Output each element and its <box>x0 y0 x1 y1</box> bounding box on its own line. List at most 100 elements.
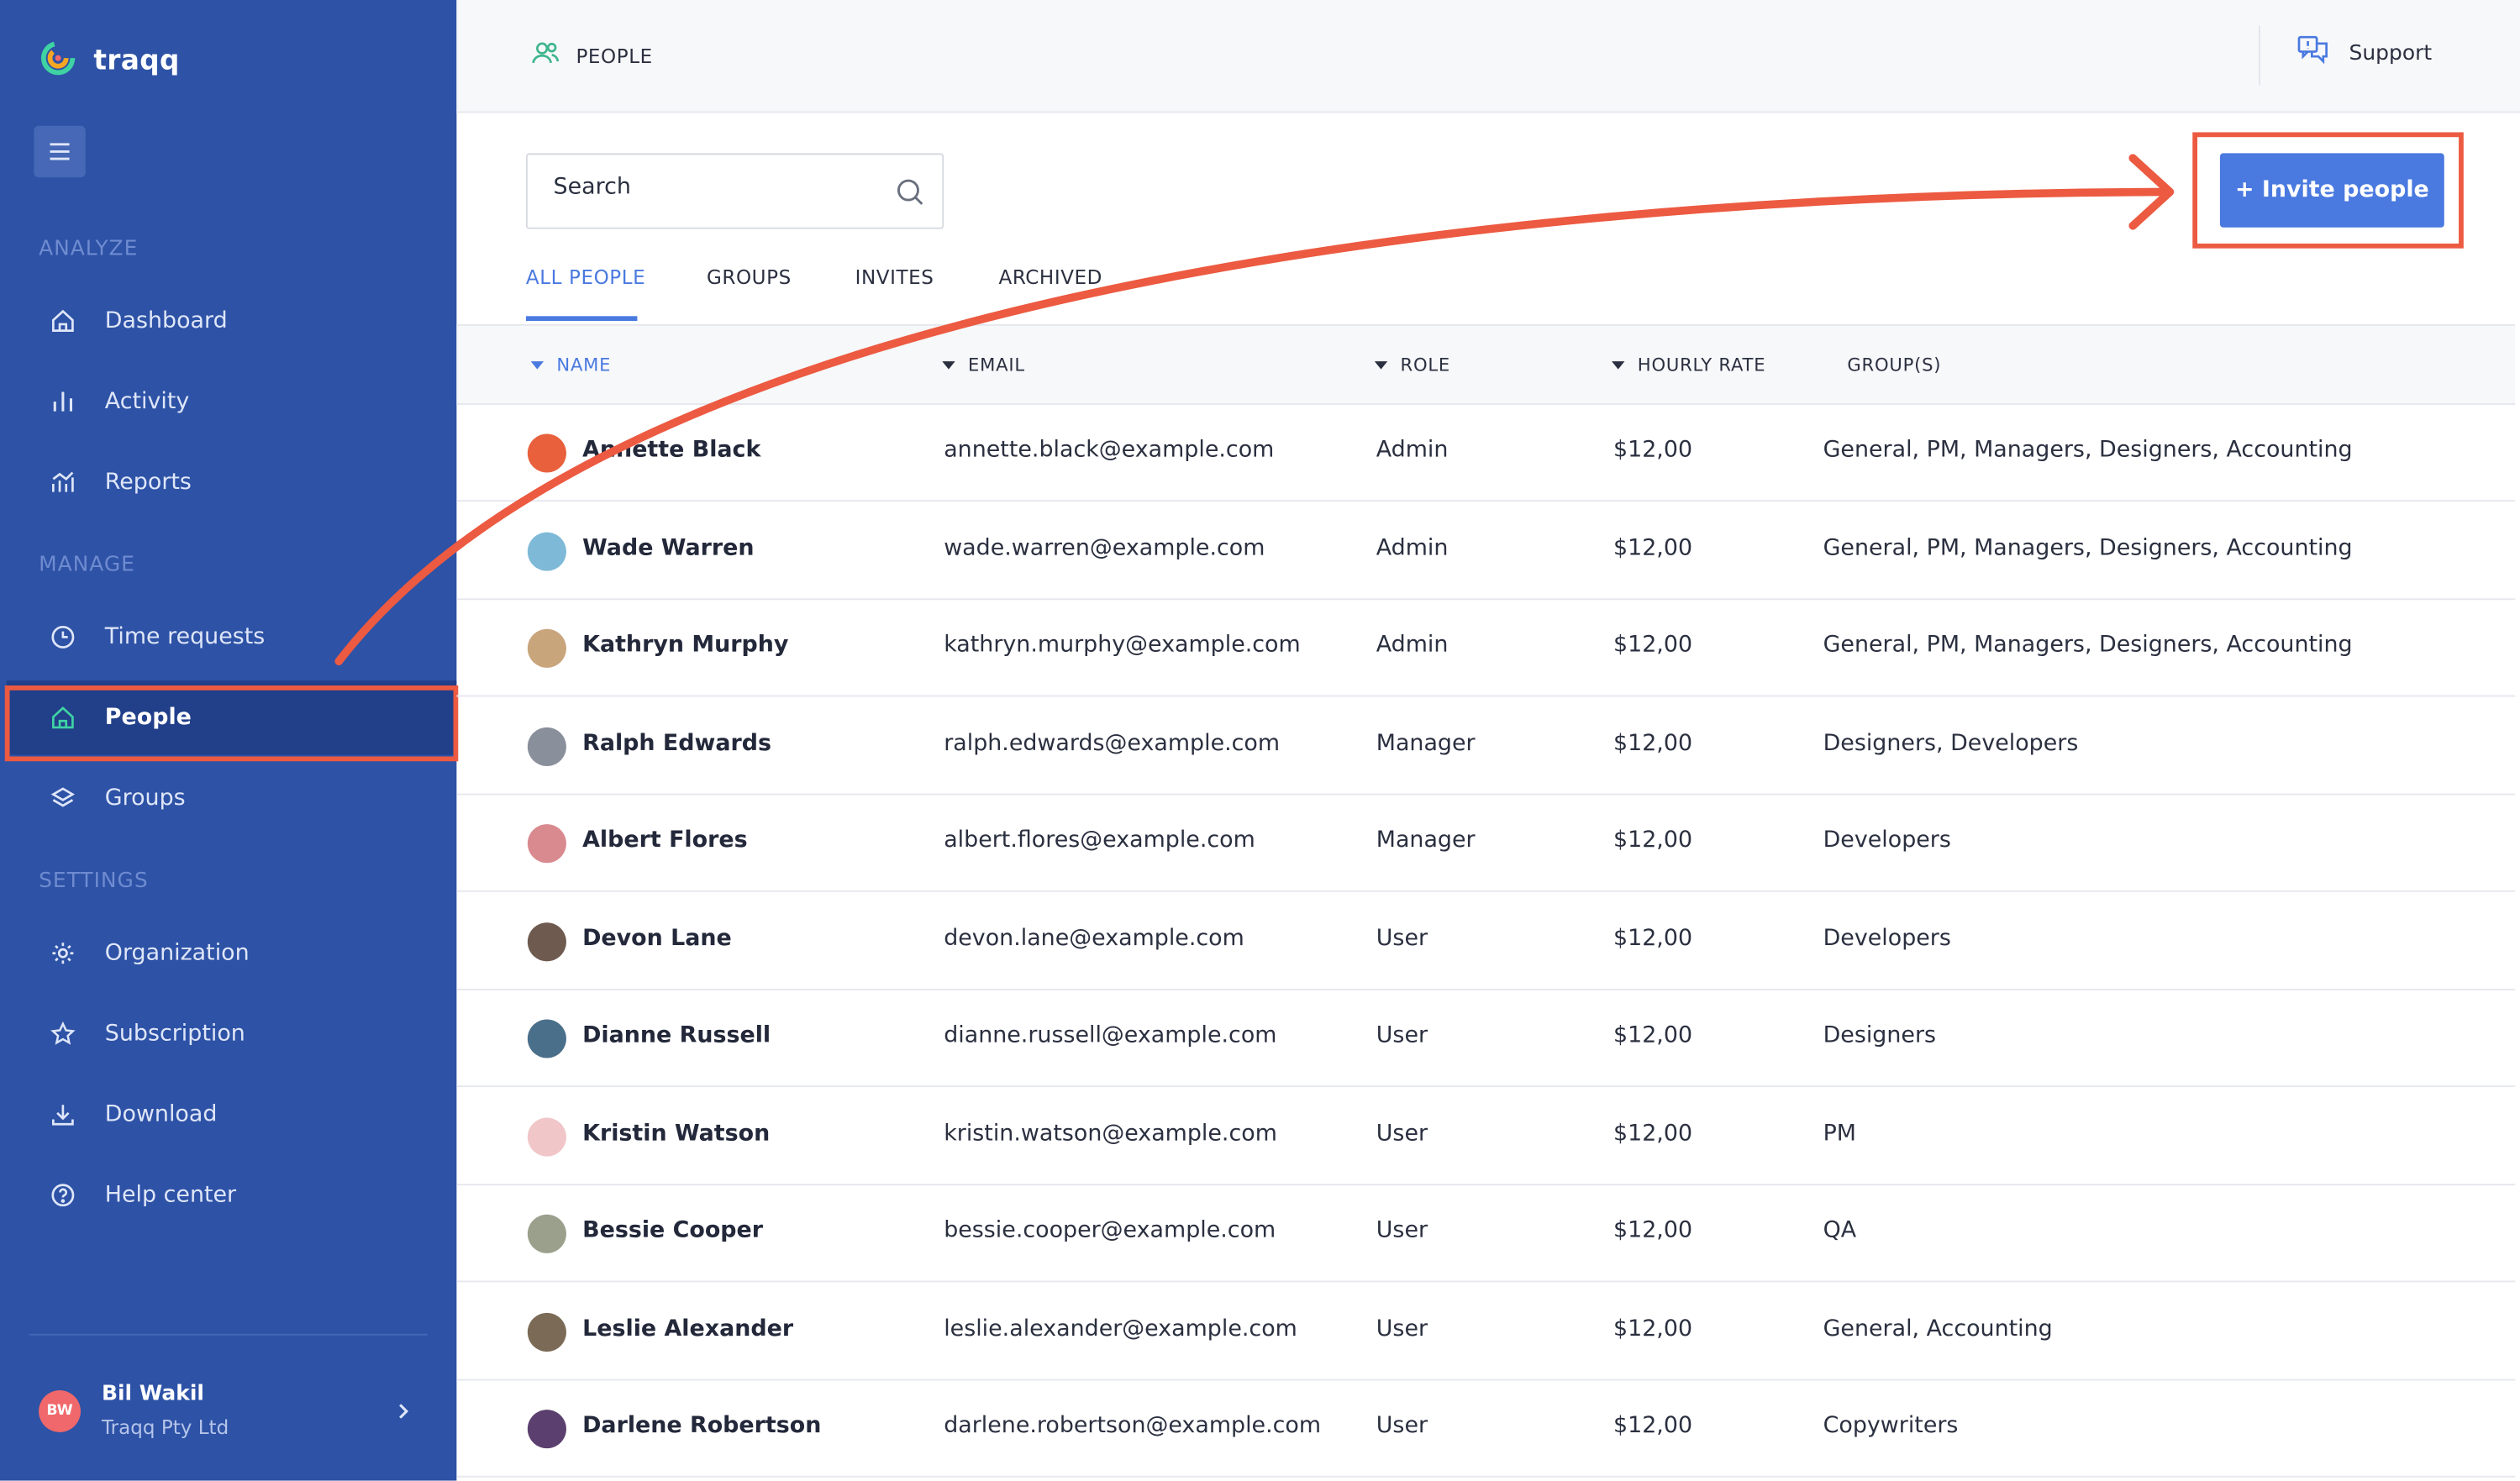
chevron-right-icon[interactable] <box>395 1397 411 1427</box>
person-rate: $12,00 <box>1613 827 1693 853</box>
sidebar-item-label: Download <box>104 1101 218 1128</box>
table-row[interactable]: Wade Warren wade.warren@example.com Admi… <box>456 503 2516 601</box>
support-label: Support <box>2349 40 2433 66</box>
topbar-divider <box>2259 25 2260 86</box>
person-email: kathryn.murphy@example.com <box>944 632 1301 659</box>
person-role: User <box>1376 1217 1428 1244</box>
person-email: bessie.cooper@example.com <box>944 1217 1276 1244</box>
table-row[interactable]: Kristin Watson kristin.watson@example.co… <box>456 1089 2516 1186</box>
column-header-groups: GROUP(S) <box>1847 354 1941 376</box>
sidebar-item-time-requests[interactable]: Time requests <box>7 600 457 674</box>
person-role: Admin <box>1376 437 1449 464</box>
person-groups: General, PM, Managers, Designers, Accoun… <box>1823 535 2353 562</box>
table-row[interactable]: Devon Lane devon.lane@example.com User $… <box>456 894 2516 990</box>
person-name: Kristin Watson <box>582 1121 771 1148</box>
clock-icon <box>49 622 78 652</box>
table-row[interactable]: Ralph Edwards ralph.edwards@example.com … <box>456 698 2516 796</box>
annotation-highlight-invite <box>2192 132 2464 249</box>
person-groups: Developers <box>1823 827 1951 853</box>
person-rate: $12,00 <box>1613 1022 1693 1048</box>
search-input[interactable] <box>553 174 876 201</box>
person-role: User <box>1376 1316 1428 1342</box>
table-row[interactable]: Annette Black annette.black@example.com … <box>456 405 2516 502</box>
column-header-name[interactable]: NAME <box>530 354 612 376</box>
brand-name: traqq <box>93 45 180 78</box>
support-button[interactable]: Support <box>2297 35 2432 71</box>
star-icon <box>49 1019 78 1048</box>
topbar: PEOPLE Support <box>456 0 2520 113</box>
person-role: Admin <box>1376 632 1449 659</box>
sort-triangle-icon <box>530 361 545 370</box>
person-email: devon.lane@example.com <box>944 926 1244 952</box>
person-name: Annette Black <box>582 437 761 464</box>
avatar <box>527 532 566 571</box>
person-groups: PM <box>1823 1121 1857 1148</box>
person-role: User <box>1376 1412 1428 1439</box>
table-row[interactable]: Kathryn Murphy kathryn.murphy@example.co… <box>456 600 2516 697</box>
search-icon[interactable] <box>896 177 925 213</box>
hamburger-icon <box>50 143 70 160</box>
chat-icon <box>2297 35 2329 71</box>
sidebar-item-organization[interactable]: Organization <box>7 916 457 990</box>
table-header: NAME EMAIL ROLE HOURLY RATE GROUP(S) <box>456 323 2516 405</box>
sidebar-item-label: Groups <box>104 785 186 811</box>
menu-toggle-button[interactable] <box>34 125 86 178</box>
person-groups: Developers <box>1823 926 1951 952</box>
table-row[interactable]: Dianne Russell dianne.russell@example.co… <box>456 990 2516 1088</box>
sidebar-item-dashboard[interactable]: Dashboard <box>7 284 457 358</box>
sidebar-item-activity[interactable]: Activity <box>7 365 457 439</box>
person-name: Bessie Cooper <box>582 1217 764 1244</box>
column-header-email[interactable]: EMAIL <box>942 354 1025 376</box>
table-row[interactable]: Albert Flores albert.flores@example.com … <box>456 796 2516 892</box>
avatar <box>527 1214 566 1253</box>
person-role: User <box>1376 926 1428 952</box>
user-name: Bil Wakil <box>101 1382 204 1407</box>
sidebar-item-label: Help center <box>104 1182 237 1209</box>
table-row[interactable]: Darlene Robertson darlene.robertson@exam… <box>456 1381 2516 1478</box>
person-role: Admin <box>1376 535 1449 562</box>
tab-groups[interactable]: GROUPS <box>707 266 792 289</box>
person-rate: $12,00 <box>1613 1217 1693 1244</box>
tab-all-people[interactable]: ALL PEOPLE <box>526 266 645 289</box>
avatar <box>527 628 566 668</box>
person-name: Darlene Robertson <box>582 1412 822 1439</box>
section-title-manage: MANAGE <box>39 553 135 578</box>
column-header-hourly-rate[interactable]: HOURLY RATE <box>1612 354 1765 376</box>
person-groups: General, PM, Managers, Designers, Accoun… <box>1823 632 2353 659</box>
download-icon <box>49 1100 78 1129</box>
person-email: annette.black@example.com <box>944 437 1275 464</box>
person-email: dianne.russell@example.com <box>944 1022 1277 1048</box>
tab-invites[interactable]: INVITES <box>855 266 934 289</box>
column-header-label: HOURLY RATE <box>1637 354 1766 376</box>
column-header-label: GROUP(S) <box>1847 354 1942 376</box>
tab-archived[interactable]: ARCHIVED <box>998 266 1102 289</box>
person-email: ralph.edwards@example.com <box>944 730 1281 757</box>
sidebar-item-groups[interactable]: Groups <box>7 761 457 835</box>
person-groups: Designers, Developers <box>1823 730 2079 757</box>
avatar <box>527 1312 566 1352</box>
table-row[interactable]: Bessie Cooper bessie.cooper@example.com … <box>456 1185 2516 1283</box>
brand[interactable]: traqq <box>39 39 180 84</box>
sidebar-item-help-center[interactable]: Help center <box>7 1158 457 1232</box>
user-org: Traqq Pty Ltd <box>101 1415 229 1439</box>
person-role: User <box>1376 1121 1428 1148</box>
person-rate: $12,00 <box>1613 730 1693 757</box>
bar-chart-icon <box>49 387 78 417</box>
user-menu[interactable]: BW Bil Wakil Traqq Pty Ltd <box>39 1382 229 1439</box>
table-row[interactable]: Leslie Alexander leslie.alexander@exampl… <box>456 1284 2516 1381</box>
column-header-role[interactable]: ROLE <box>1374 354 1450 376</box>
sort-triangle-icon <box>1612 361 1625 370</box>
sidebar-item-subscription[interactable]: Subscription <box>7 997 457 1071</box>
person-groups: Copywriters <box>1823 1412 1959 1439</box>
search-box[interactable] <box>525 153 944 229</box>
people-icon <box>531 40 560 71</box>
person-email: kristin.watson@example.com <box>944 1121 1277 1148</box>
sort-triangle-icon <box>1374 361 1388 370</box>
sidebar-item-reports[interactable]: Reports <box>7 445 457 519</box>
person-rate: $12,00 <box>1613 1121 1693 1148</box>
person-name: Devon Lane <box>582 926 732 952</box>
sidebar-item-download[interactable]: Download <box>7 1078 457 1152</box>
avatar <box>527 727 566 766</box>
person-role: Manager <box>1376 827 1476 853</box>
sidebar-divider <box>29 1333 428 1336</box>
